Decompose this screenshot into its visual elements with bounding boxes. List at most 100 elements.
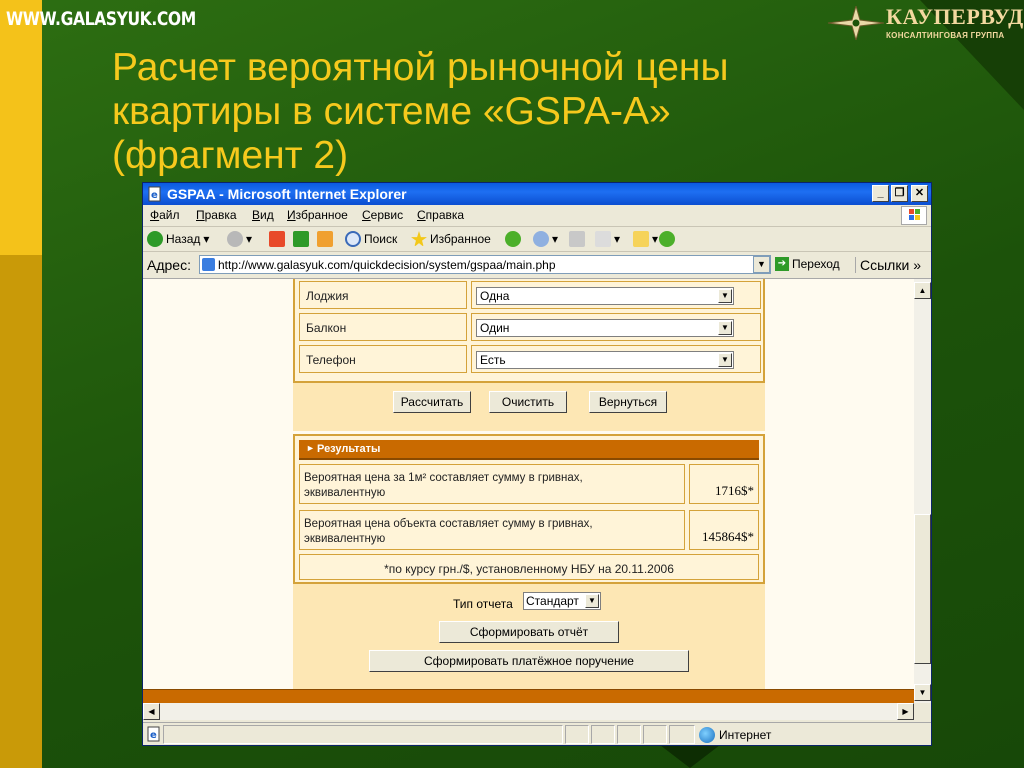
- form-row-loggia: Лоджия Одна ▼: [299, 281, 761, 309]
- scroll-left-button[interactable]: ◀: [143, 703, 160, 720]
- print-icon: [569, 231, 585, 247]
- status-bar: e Интернет: [143, 722, 931, 746]
- scroll-down-button[interactable]: ▼: [914, 684, 931, 701]
- menu-file[interactable]: Файл: [150, 208, 180, 222]
- result-label: Вероятная цена объекта составляет сумму …: [299, 510, 685, 550]
- close-button[interactable]: ✕: [911, 185, 928, 202]
- refresh-button[interactable]: [293, 231, 309, 247]
- print-button[interactable]: [569, 231, 585, 247]
- menu-favorites[interactable]: Избранное: [287, 208, 348, 222]
- loggia-select[interactable]: Одна ▼: [476, 287, 734, 305]
- horizontal-scrollbar[interactable]: ◀ ▶: [143, 703, 914, 720]
- address-input[interactable]: http://www.galasyuk.com/quickdecision/sy…: [199, 255, 771, 274]
- vertical-scrollbar[interactable]: ▲ ▼: [914, 279, 931, 703]
- restore-button[interactable]: ❐: [891, 185, 908, 202]
- balcony-select[interactable]: Один ▼: [476, 319, 734, 337]
- left-accent-strip-bottom: [0, 255, 42, 768]
- standard-toolbar: Назад ▾ ▾ Поиск Избранное ▾ ▾ ▾: [143, 227, 931, 252]
- logo-subtitle: КОНСАЛТИНГОВАЯ ГРУППА: [886, 31, 1005, 40]
- report-type-select[interactable]: Стандарт ▼: [523, 592, 601, 610]
- clear-button[interactable]: Очистить: [489, 391, 567, 413]
- home-button[interactable]: [317, 231, 333, 247]
- page-content: Лоджия Одна ▼ Балкон Один ▼ Телефон Есть ▼ …: [143, 279, 914, 689]
- slide-title-line: квартиры в системе «GSPA-A»: [112, 90, 671, 133]
- globe-icon: [699, 727, 715, 743]
- form-label: Лоджия: [299, 281, 467, 309]
- menu-tools[interactable]: Сервис: [362, 208, 403, 222]
- edit-icon: [595, 231, 611, 247]
- windows-logo-icon: [901, 206, 927, 225]
- address-url: http://www.galasyuk.com/quickdecision/sy…: [218, 258, 556, 272]
- menu-view[interactable]: Вид: [252, 208, 274, 222]
- form-row-phone: Телефон Есть ▼: [299, 345, 761, 373]
- search-button[interactable]: Поиск: [345, 231, 397, 247]
- phone-select[interactable]: Есть ▼: [476, 351, 734, 369]
- stop-button[interactable]: [269, 231, 285, 247]
- menu-bar: Файл Правка Вид Избранное Сервис Справка: [143, 205, 931, 227]
- menu-help[interactable]: Справка: [417, 208, 464, 222]
- security-zone: Интернет: [699, 727, 771, 743]
- exchange-rate-note: *по курсу грн./$, установленному НБУ на …: [299, 554, 759, 580]
- result-label: Вероятная цена за 1м² составляет сумму в…: [299, 464, 685, 504]
- folder-icon: [633, 231, 649, 247]
- minimize-button[interactable]: _: [872, 185, 889, 202]
- messenger-button[interactable]: [659, 231, 675, 247]
- links-toolbar[interactable]: Ссылки »: [855, 257, 921, 273]
- chevron-right-icon: »: [913, 257, 921, 273]
- go-arrow-icon: ➔: [775, 257, 789, 271]
- scroll-thumb[interactable]: [914, 514, 931, 664]
- svg-text:e: e: [151, 190, 158, 201]
- status-cell: [669, 725, 695, 744]
- address-dropdown-button[interactable]: ▼: [753, 256, 770, 273]
- status-cell: [643, 725, 667, 744]
- menu-edit[interactable]: Правка: [196, 208, 237, 222]
- browser-window: e GSPAA - Microsoft Internet Explorer _ …: [142, 182, 932, 746]
- results-panel: ► Результаты Вероятная цена за 1м² соста…: [293, 434, 765, 584]
- refresh-icon: [293, 231, 309, 247]
- calculate-button[interactable]: Рассчитать: [393, 391, 471, 413]
- forward-button[interactable]: ▾: [227, 231, 252, 247]
- generate-payment-order-button[interactable]: Сформировать платёжное поручение: [369, 650, 689, 672]
- chevron-down-icon: ▼: [718, 321, 732, 335]
- form-value-cell: Одна ▼: [471, 281, 761, 309]
- media-icon: [505, 231, 521, 247]
- media-button[interactable]: [505, 231, 521, 247]
- compass-star-icon: [827, 6, 885, 40]
- history-icon: [533, 231, 549, 247]
- svg-text:e: e: [150, 730, 157, 741]
- window-titlebar[interactable]: e GSPAA - Microsoft Internet Explorer _ …: [143, 183, 931, 205]
- address-label: Адрес:: [147, 257, 191, 273]
- slide-title: Расчет вероятной рыночной цены квартиры …: [112, 46, 872, 178]
- favorites-star-icon: [411, 231, 427, 247]
- form-row-balcony: Балкон Один ▼: [299, 313, 761, 341]
- chevron-down-icon: ▼: [718, 289, 732, 303]
- ie-page-icon: e: [148, 186, 161, 202]
- edit-button[interactable]: ▾: [595, 231, 620, 247]
- status-page-icon: e: [146, 726, 162, 747]
- status-cell: [565, 725, 589, 744]
- search-icon: [345, 231, 361, 247]
- page-icon: [202, 258, 215, 271]
- left-accent-strip-top: [0, 0, 42, 255]
- home-icon: [317, 231, 333, 247]
- bullet-arrow-icon: ►: [306, 443, 315, 453]
- generate-report-button[interactable]: Сформировать отчёт: [439, 621, 619, 643]
- results-header: ► Результаты: [299, 440, 759, 460]
- slide-title-line: Расчет вероятной рыночной цены: [112, 46, 729, 89]
- scroll-up-button[interactable]: ▲: [914, 282, 931, 299]
- go-button[interactable]: ➔ Переход: [775, 257, 840, 271]
- form-value-cell: Есть ▼: [471, 345, 761, 373]
- stop-icon: [269, 231, 285, 247]
- window-title: GSPAA - Microsoft Internet Explorer: [167, 186, 407, 202]
- report-actions: Тип отчета Стандарт ▼ Сформировать отчёт …: [293, 584, 765, 689]
- history-button[interactable]: ▾: [533, 231, 558, 247]
- return-button[interactable]: Вернуться: [589, 391, 667, 413]
- favorites-button[interactable]: Избранное: [411, 231, 491, 247]
- back-arrow-icon: [147, 231, 163, 247]
- scroll-right-button[interactable]: ▶: [897, 703, 914, 720]
- status-text-cell: [163, 725, 563, 744]
- status-cell: [591, 725, 615, 744]
- back-button[interactable]: Назад ▾: [147, 231, 209, 247]
- form-label: Балкон: [299, 313, 467, 341]
- discuss-button[interactable]: ▾: [633, 231, 658, 247]
